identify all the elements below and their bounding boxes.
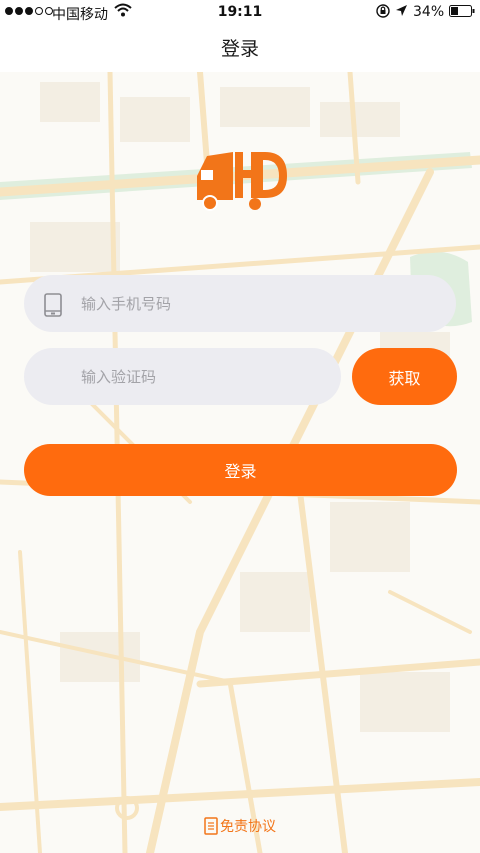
verification-code-field	[24, 348, 341, 405]
rotation-lock-icon	[376, 4, 390, 18]
status-time: 19:11	[217, 4, 263, 20]
battery-icon	[449, 5, 475, 17]
disclaimer-link[interactable]: 免责协议	[0, 816, 480, 836]
phone-input[interactable]	[81, 275, 441, 332]
status-bar: 中国移动 19:11 34%	[0, 0, 480, 26]
location-arrow-icon	[396, 5, 407, 16]
battery-percent: 34%	[413, 4, 445, 20]
phone-field	[24, 275, 456, 332]
page-title: 登录	[220, 38, 259, 60]
disclaimer-label: 免责协议	[220, 819, 276, 835]
phone-icon	[44, 293, 62, 317]
verification-code-input[interactable]	[81, 348, 331, 405]
login-button[interactable]: 登录	[24, 444, 457, 496]
get-code-button[interactable]: 获取	[352, 348, 457, 405]
document-icon	[204, 817, 218, 835]
truck-logo	[197, 152, 287, 211]
